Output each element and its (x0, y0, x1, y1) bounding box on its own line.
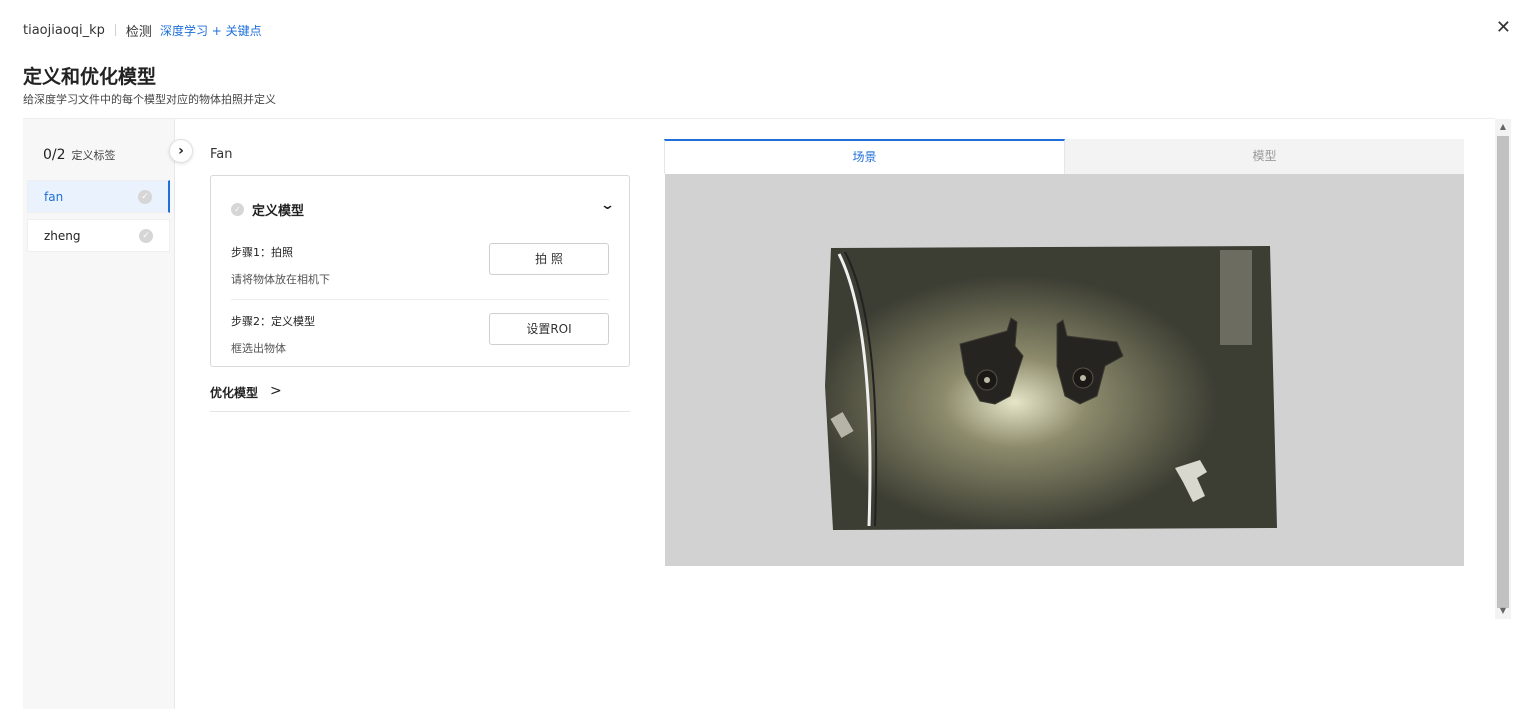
optimize-model-label: 优化模型 (210, 386, 259, 400)
capture-button[interactable]: 拍 照 (489, 243, 609, 275)
project-name: tiaojiaoqi_kp (23, 22, 105, 38)
page-scrollbar[interactable]: ▲ ▼ (1495, 119, 1511, 619)
check-circle-icon: ✓ (138, 190, 152, 204)
sidebar-header: 0/2 定义标签 (43, 147, 116, 163)
scroll-up-icon[interactable]: ▲ (1495, 119, 1511, 135)
scene-viewer[interactable] (665, 174, 1464, 566)
chevron-right-icon: > (270, 383, 282, 399)
header-divider (23, 118, 1495, 119)
close-icon[interactable]: ✕ (1496, 18, 1511, 38)
breadcrumb: tiaojiaoqi_kp 检测 深度学习 + 关键点 (23, 20, 262, 40)
label-item-text: zheng (44, 228, 81, 243)
page-title: 定义和优化模型 (23, 66, 157, 88)
label-count: 0/2 (43, 147, 66, 163)
label-item-text: fan (44, 189, 64, 204)
step1-title: 步骤1：拍照 (231, 246, 293, 259)
step1-desc: 请将物体放在相机下 (231, 273, 330, 286)
step2-desc: 框选出物体 (231, 342, 286, 355)
camera-image (825, 246, 1277, 530)
viewer-tabs: 场景 模型 (664, 139, 1464, 174)
scroll-down-icon[interactable]: ▼ (1495, 603, 1511, 619)
set-roi-button[interactable]: 设置ROI (489, 313, 609, 345)
step-divider (231, 299, 609, 300)
chevron-right-icon[interactable]: › (169, 139, 193, 163)
tab-scene[interactable]: 场景 (664, 139, 1065, 174)
model-name: Fan (210, 147, 233, 162)
define-model-panel: ✓ 定义模型 ⌄ 步骤1：拍照 请将物体放在相机下 拍 照 步骤2：定义模型 框… (210, 175, 630, 367)
scrollbar-thumb[interactable] (1497, 136, 1509, 608)
tab-model[interactable]: 模型 (1065, 139, 1464, 174)
breadcrumb-divider (114, 24, 116, 36)
task-kind: 检测 (125, 24, 152, 40)
chevron-down-icon[interactable]: ⌄ (600, 198, 615, 213)
optimize-model-row[interactable]: 优化模型 > (210, 383, 630, 412)
label-sidebar: 0/2 定义标签 fan ✓ zheng ✓ (23, 119, 175, 709)
step2-title: 步骤2：定义模型 (231, 315, 315, 328)
check-circle-icon: ✓ (231, 203, 244, 216)
label-count-caption: 定义标签 (71, 149, 116, 162)
task-method: 深度学习 + 关键点 (159, 23, 262, 38)
page-subtitle: 给深度学习文件中的每个模型对应的物体拍照并定义 (23, 93, 276, 106)
label-item-zheng[interactable]: zheng ✓ (27, 219, 170, 252)
check-circle-icon: ✓ (139, 229, 153, 243)
define-model-title: 定义模型 (252, 204, 305, 219)
define-model-header[interactable]: ✓ 定义模型 (231, 200, 304, 219)
label-item-fan[interactable]: fan ✓ (27, 180, 170, 213)
